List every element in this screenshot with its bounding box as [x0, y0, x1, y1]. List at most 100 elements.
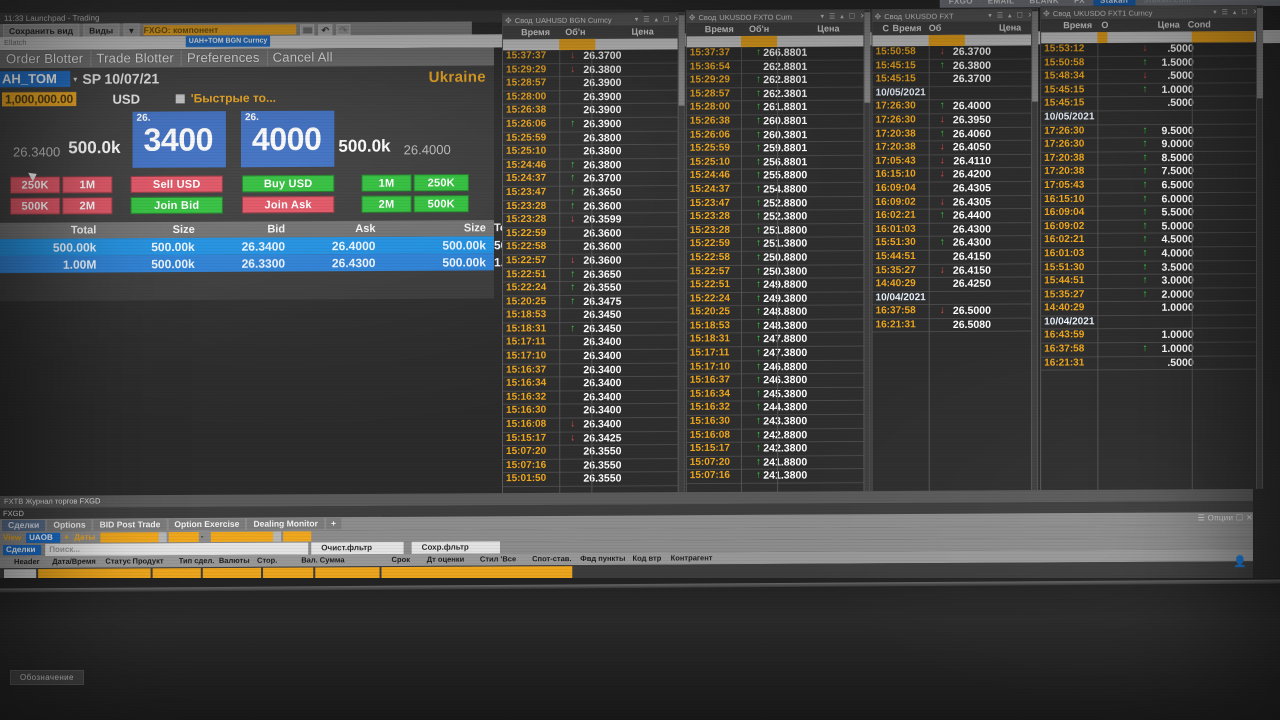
trade-row[interactable]: 15:48:34 ↓ .5000 [1041, 69, 1263, 85]
trade-row[interactable]: 15:45:15 ↑ 26.3800 [872, 59, 1038, 74]
panel-window-controls[interactable]: ▾ ☰ ▴ ☐ ✕ [821, 12, 868, 20]
trade-row[interactable]: 15:22:59 26.3600 [503, 226, 684, 242]
move-icon[interactable]: ✥ [874, 12, 881, 21]
column-header-3[interactable]: С [883, 23, 890, 33]
trade-row[interactable]: 15:29:29 ↓ 26.3800 [503, 63, 684, 78]
column-header-0[interactable]: Время [705, 24, 734, 34]
trade-row[interactable]: 17:26:30 ↑ 9.0000 [1041, 137, 1263, 153]
column-header-1[interactable]: О [1101, 20, 1108, 30]
time-to-field[interactable] [283, 531, 312, 542]
panel-titlebar[interactable]: ✥ Свод UAHUSD BGN Curncy ▾ ☰ ▴ ☐ ✕ [503, 13, 684, 27]
trade-row[interactable]: 15:18:53 26.3450 [503, 308, 684, 324]
blotter-col-13[interactable]: Код втр [633, 553, 662, 565]
buy-usd-button[interactable]: Buy USD [241, 174, 335, 193]
legend-button[interactable]: Обозначение [10, 670, 84, 685]
qty-left-1m-button[interactable]: 1M [62, 176, 113, 194]
trade-row[interactable]: 17:20:38 ↑ 8.5000 [1041, 151, 1263, 167]
trade-row[interactable]: 15:37:37 ↓ 26.3700 [503, 49, 684, 65]
blotter-col-14[interactable]: Контрагент [671, 552, 713, 564]
trade-row[interactable]: 15:15:17 ↓ 26.3425 [503, 431, 684, 447]
trade-row[interactable]: 15:16:32 26.3400 [503, 390, 684, 406]
blotter-tab-options[interactable]: Options [47, 519, 92, 531]
column-header-2[interactable]: Цена [632, 26, 654, 36]
join-ask-button[interactable]: Join Ask [241, 195, 335, 214]
blotter-tab-dealing-monitor[interactable]: Dealing Monitor [247, 518, 324, 530]
trade-row[interactable]: 16:15:10 ↑ 6.0000 [1041, 192, 1263, 208]
blotter-col-8[interactable]: Срок [392, 554, 410, 566]
trade-row[interactable]: 15:50:58 ↑ 1.5000 [1041, 55, 1263, 71]
qty-right-500k-button[interactable]: 500K [413, 195, 469, 213]
date-to-picker-icon[interactable] [273, 531, 282, 542]
trade-row[interactable]: 15:20:25 ↑ 26.3475 [503, 295, 684, 310]
trade-row[interactable]: 16:37:58 ↑ 1.0000 [1041, 342, 1263, 358]
move-icon[interactable]: ✥ [1043, 9, 1050, 18]
trade-row[interactable]: 15:22:57 ↓ 26.3600 [503, 254, 684, 269]
trade-row[interactable]: 17:20:38 ↑ 7.5000 [1041, 164, 1263, 180]
menu-item-cancel-all[interactable]: Cancel All [266, 49, 338, 66]
trade-row[interactable]: 16:21:31 26.5080 [872, 318, 1038, 333]
trade-row[interactable]: 15:45:15 .5000 [1041, 96, 1263, 112]
trade-row[interactable]: 16:21:31 .5000 [1041, 356, 1263, 371]
blotter-col-1[interactable]: Дата/Время [52, 556, 96, 568]
trade-row[interactable]: 17:05:43 ↑ 6.5000 [1041, 178, 1263, 194]
trade-row[interactable]: 15:07:16 26.3550 [503, 458, 684, 474]
trade-row[interactable]: 16:02:21 ↑ 4.5000 [1041, 233, 1263, 249]
move-icon[interactable]: ✥ [505, 16, 512, 25]
filter-amber-cell[interactable] [1097, 31, 1108, 44]
blotter-tab--[interactable]: Сделки [2, 519, 46, 532]
date-from-picker-icon[interactable] [158, 532, 167, 543]
trade-row[interactable]: 15:51:30 ↑ 3.5000 [1041, 260, 1263, 276]
trade-row[interactable]: 15:28:00 26.3900 [503, 90, 684, 105]
trade-row[interactable]: 16:02:21 ↑ 26.4400 [872, 209, 1038, 224]
taskbar-tab-fxgo[interactable]: FXGO [941, 0, 980, 7]
redo-icon[interactable]: ↷ [336, 23, 351, 35]
vertical-scrollbar[interactable] [677, 13, 685, 511]
quick-trade-checkbox[interactable] [175, 94, 185, 104]
panel-window-controls[interactable]: ▾ ☰ ▴ ☐ ✕ [635, 15, 682, 23]
panel-window-controls[interactable]: ▾ ☰ ▴ ☐ ✕ [1213, 8, 1260, 16]
ask-price-button[interactable]: 26. 4000 [240, 110, 335, 168]
trade-row[interactable]: 15:26:38 26.3900 [503, 103, 684, 119]
trade-row[interactable]: 15:01:50 26.3550 [503, 472, 684, 488]
deals-tab-button[interactable]: Сделки [3, 544, 42, 556]
trade-row[interactable]: 15:45:15 ↑ 1.0000 [1041, 83, 1263, 98]
menu-item-trade-blotter[interactable]: Trade Blotter [90, 50, 179, 67]
qty-left-500k-button[interactable]: 500K [10, 197, 61, 215]
trade-row[interactable]: 15:26:06 ↑ 26.3900 [503, 117, 684, 133]
column-header-2[interactable]: Цена [1158, 20, 1180, 30]
person-icon[interactable]: 👤 [1233, 555, 1247, 568]
column-header-1[interactable]: Об'н [749, 24, 769, 34]
filter-amber-cell[interactable] [740, 35, 778, 48]
trade-row[interactable]: 16:09:02 ↓ 26.4305 [872, 195, 1038, 211]
trade-row[interactable]: 15:44:51 ↑ 3.0000 [1041, 274, 1263, 290]
qty-left-2m-button[interactable]: 2M [62, 197, 113, 215]
close-icon[interactable]: ✕ [1246, 513, 1253, 522]
trade-row[interactable]: 17:26:30 ↑ 26.4000 [872, 100, 1038, 115]
trade-row[interactable]: 15:45:15 26.3700 [872, 72, 1038, 88]
bid-price-button[interactable]: 26. 3400 [132, 111, 226, 168]
trade-row[interactable]: 15:22:24 ↑ 26.3550 [503, 281, 684, 297]
filter-amber-cell[interactable] [559, 38, 596, 51]
panel-filter-row[interactable] [872, 34, 1038, 47]
panel-security[interactable]: UKUSDO FXT1 Curncy [1074, 8, 1153, 17]
trade-row[interactable]: 17:05:43 ↓ 26.4110 [872, 154, 1038, 170]
trade-row[interactable]: 17:20:38 ↑ 26.4060 [872, 127, 1038, 142]
trade-row[interactable]: 16:37:58 ↓ 26.5000 [872, 304, 1038, 320]
trade-row[interactable]: 17:20:38 ↓ 26.4050 [872, 140, 1038, 156]
scrollbar-thumb[interactable] [864, 12, 871, 103]
time-from-field[interactable] [168, 532, 199, 543]
vertical-scrollbar[interactable] [1031, 9, 1039, 513]
filter-amber-cell-cond[interactable] [1191, 31, 1254, 43]
blotter-col-3[interactable]: Продукт [133, 555, 164, 567]
scrollbar-thumb[interactable] [1032, 11, 1039, 102]
column-header-2[interactable]: Цена [999, 22, 1021, 32]
view-value-field[interactable]: UAOB [26, 532, 61, 544]
column-header-0[interactable]: Время [1063, 20, 1092, 30]
column-header-0[interactable]: Время [521, 27, 550, 37]
component-field[interactable]: FXGO: компонент [143, 24, 297, 36]
taskbar-tab-email[interactable]: EMAIL [980, 0, 1022, 7]
qty-right-2m-button[interactable]: 2M [361, 195, 412, 213]
currency-pair-field[interactable]: AH_TOM [0, 70, 71, 88]
column-header-1[interactable]: Об [929, 23, 942, 33]
trade-row[interactable]: 15:22:51 ↑ 26.3650 [503, 267, 684, 283]
